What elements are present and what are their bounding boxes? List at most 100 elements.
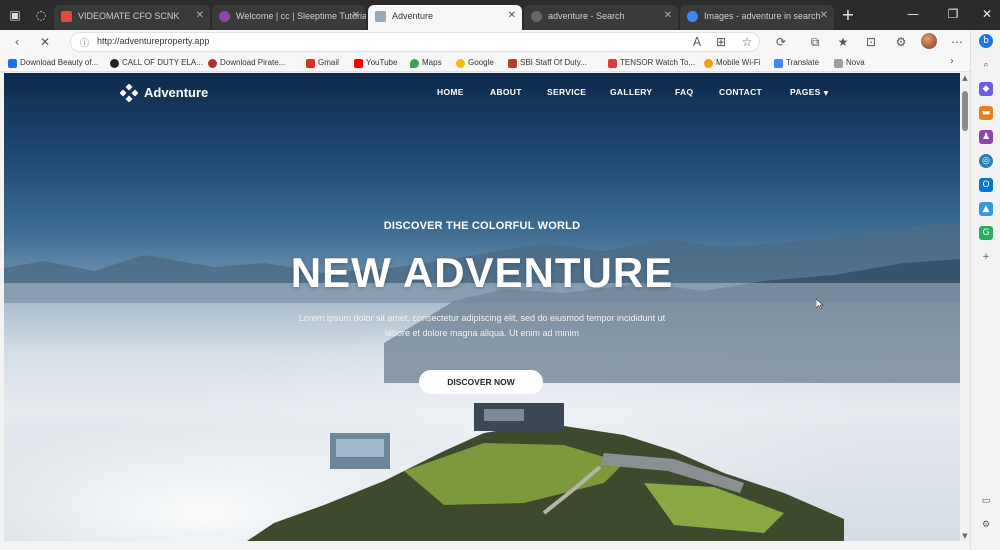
browser-toolbar: ‹ ✕ ⓘ http://adventureproperty.app A ⊞ ☆… [0, 30, 970, 54]
bookmark-item[interactable]: Nova [834, 56, 865, 70]
bookmark-favicon-icon [834, 59, 843, 68]
tab-1[interactable]: Welcome | cc | Sleeptime Tutorial ✕ [212, 5, 366, 30]
tab-4[interactable]: Images - adventure in search ✕ [680, 5, 834, 30]
site-logo[interactable]: Adventure [120, 83, 208, 103]
tab-actions-icon[interactable]: ▣ [6, 6, 24, 24]
tab-strip: ▣ ◌ VIDEOMATE CFO SCNK ✕ Welcome | cc | … [0, 0, 1000, 30]
nav-pages-dropdown[interactable]: PAGES ▼ [790, 87, 829, 97]
nav-about[interactable]: ABOUT [490, 87, 522, 97]
search-favicon-icon [531, 11, 542, 22]
nav-contact[interactable]: CONTACT [719, 87, 762, 97]
read-aloud-icon[interactable]: A [688, 33, 706, 51]
bookmark-gmail[interactable]: Gmail [306, 56, 339, 70]
hero-title: NEW ADVENTURE [290, 249, 674, 296]
hero-kicker: DISCOVER THE COLORFUL WORLD [383, 220, 581, 232]
nav-home[interactable]: HOME [437, 87, 464, 97]
page-scrollbar[interactable]: ▲ ▼ [960, 73, 970, 541]
maximize-icon[interactable]: ❐ [942, 4, 964, 24]
site-info-icon[interactable]: ⓘ [80, 36, 89, 49]
favorite-star-icon[interactable]: ☆ [738, 33, 756, 51]
outlook-icon[interactable]: O [979, 178, 993, 192]
tab-0[interactable]: VIDEOMATE CFO SCNK ✕ [54, 5, 210, 30]
tab-3[interactable]: adventure - Search ✕ [524, 5, 678, 30]
scrollbar-thumb[interactable] [962, 91, 968, 131]
collections-icon[interactable]: ⊡ [862, 33, 880, 51]
sidebar-settings-icon[interactable]: ⚙ [979, 518, 993, 532]
bookmark-item[interactable]: Download Pirate... [208, 56, 285, 70]
close-tab-icon[interactable]: ✕ [352, 5, 360, 27]
extensions-icon[interactable]: ⚙ [892, 33, 910, 51]
tools-icon[interactable]: ▬ [979, 106, 993, 120]
bookmark-youtube[interactable]: YouTube [354, 56, 397, 70]
stop-loading-icon[interactable]: ✕ [36, 33, 54, 51]
favicon-icon [375, 11, 386, 22]
bookmark-item[interactable]: Download Beauty of... [8, 56, 98, 70]
more-menu-icon[interactable]: ⋯ [948, 33, 966, 51]
add-sidebar-app-icon[interactable]: + [979, 250, 993, 264]
favicon-icon [219, 11, 230, 22]
grammarly-icon[interactable]: G [979, 226, 993, 240]
favorites-icon[interactable]: ★ [834, 33, 852, 51]
profile-avatar[interactable] [921, 33, 937, 49]
brand-name: Adventure [144, 85, 209, 100]
scroll-up-icon[interactable]: ▲ [960, 73, 970, 83]
bookmark-favicon-icon [704, 59, 713, 68]
google-icon [456, 59, 465, 68]
nav-faq[interactable]: FAQ [675, 87, 693, 97]
address-bar[interactable]: ⓘ http://adventureproperty.app [70, 32, 760, 52]
bookmarks-overflow-icon[interactable]: › [950, 56, 954, 67]
nav-service[interactable]: SERVICE [547, 87, 586, 97]
youtube-icon [354, 59, 363, 68]
bookmark-favicon-icon [110, 59, 119, 68]
scroll-down-icon[interactable]: ▼ [960, 531, 970, 541]
close-tab-icon[interactable]: ✕ [664, 5, 672, 27]
edge-sidebar: b ⌕ ◆ ▬ ♟ ◎ O ▲ G + ▭ ⚙ [970, 30, 1000, 550]
close-tab-icon[interactable]: ✕ [508, 5, 516, 27]
close-tab-icon[interactable]: ✕ [820, 5, 828, 27]
minimize-icon[interactable]: — [902, 4, 924, 24]
tab-2-active[interactable]: Adventure ✕ [368, 5, 522, 30]
bookmark-favicon-icon [208, 59, 217, 68]
microsoft-365-icon[interactable]: ◎ [979, 154, 993, 168]
bookmark-item[interactable]: Mobile Wi-Fi [704, 56, 760, 70]
logo-diamond-icon [120, 84, 138, 102]
mountain-summit-illustration [247, 403, 844, 541]
gmail-icon [306, 59, 315, 68]
copilot-icon[interactable]: b [979, 34, 993, 48]
chevron-down-icon: ▼ [823, 90, 829, 97]
bookmark-item[interactable]: CALL OF DUTY ELA... [110, 56, 203, 70]
google-favicon-icon [687, 11, 698, 22]
split-screen-icon[interactable]: ⧉ [806, 33, 824, 51]
translate-icon [774, 59, 783, 68]
hide-sidebar-icon[interactable]: ▭ [979, 494, 993, 508]
address-text: http://adventureproperty.app [97, 36, 210, 46]
workspaces-icon[interactable]: ◌ [32, 6, 50, 24]
page-viewport: Adventure HOME ABOUT SERVICE GALLERY FAQ… [4, 73, 960, 541]
search-icon[interactable]: ⌕ [979, 58, 993, 72]
mouse-pointer-icon [816, 299, 824, 309]
shopping-icon[interactable]: ◆ [979, 82, 993, 96]
bookmark-google[interactable]: Google [456, 56, 494, 70]
bookmark-item[interactable]: TENSOR Watch To... [608, 56, 695, 70]
games-icon[interactable]: ♟ [979, 130, 993, 144]
maps-icon [410, 59, 419, 68]
bookmark-maps[interactable]: Maps [410, 56, 442, 70]
browser-window: ▣ ◌ VIDEOMATE CFO SCNK ✕ Welcome | cc | … [0, 0, 1000, 550]
hero-description: Lorem ipsum dolor sit amet, consectetur … [298, 313, 666, 338]
close-window-icon[interactable]: ✕ [976, 4, 998, 24]
nav-pages-label: PAGES [790, 87, 821, 97]
bookmark-favicon-icon [8, 59, 17, 68]
bookmark-translate[interactable]: Translate [774, 56, 819, 70]
bookmark-item[interactable]: SBI Staff Of Duty... [508, 56, 587, 70]
close-tab-icon[interactable]: ✕ [196, 5, 204, 27]
favicon-icon [61, 11, 72, 22]
app-available-icon[interactable]: ⊞ [712, 33, 730, 51]
new-tab-button[interactable]: + [838, 5, 858, 25]
drop-icon[interactable]: ▲ [979, 202, 993, 216]
bookmarks-bar: Download Beauty of... CALL OF DUTY ELA..… [0, 54, 970, 72]
bookmark-favicon-icon [608, 59, 617, 68]
nav-gallery[interactable]: GALLERY [610, 87, 652, 97]
back-icon[interactable]: ‹ [8, 33, 26, 51]
discover-now-button[interactable]: DISCOVER NOW [419, 370, 543, 394]
refresh-icon[interactable]: ⟳ [772, 33, 790, 51]
